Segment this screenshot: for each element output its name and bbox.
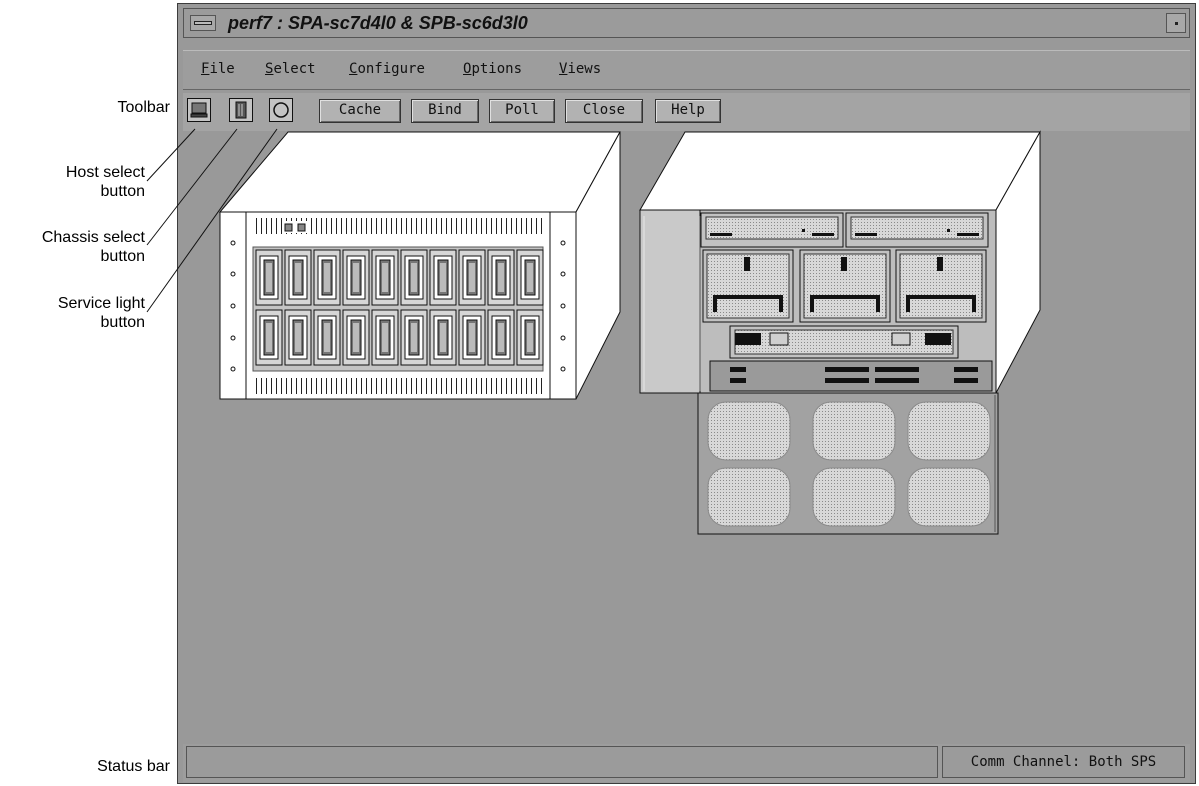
drive-bay[interactable] <box>458 309 486 366</box>
drive-bay[interactable] <box>429 249 457 306</box>
drive-bay[interactable] <box>487 249 515 306</box>
storage-processor-enclosure[interactable] <box>639 130 1041 535</box>
drive-bay[interactable] <box>516 309 544 366</box>
lcc-module <box>729 325 959 359</box>
sp-modules <box>702 249 987 323</box>
fan-grille <box>907 401 991 461</box>
drive-bay[interactable] <box>400 309 428 366</box>
drive-bay[interactable] <box>342 309 370 366</box>
drive-bay[interactable] <box>371 309 399 366</box>
drive-bay[interactable] <box>284 309 312 366</box>
fan-grille <box>812 467 896 527</box>
power-supply-unit <box>845 212 989 248</box>
fan-tray <box>697 392 999 535</box>
drive-bay[interactable] <box>458 249 486 306</box>
drive-bay[interactable] <box>255 249 283 306</box>
power-supply-unit <box>700 212 844 248</box>
drive-bay[interactable] <box>371 249 399 306</box>
sp-module[interactable] <box>702 249 794 323</box>
sp-module[interactable] <box>799 249 891 323</box>
drive-bay[interactable] <box>487 309 515 366</box>
disk-array-chassis[interactable] <box>218 131 621 400</box>
status-led-icon <box>284 223 293 232</box>
connector-panel <box>709 360 993 392</box>
fan-grille <box>707 401 791 461</box>
fan-grille <box>907 467 991 527</box>
drive-bay[interactable] <box>429 309 457 366</box>
drive-bay[interactable] <box>516 249 544 306</box>
bottom-vent-strip <box>252 378 544 394</box>
status-led-icon <box>297 223 306 232</box>
drive-bay[interactable] <box>400 249 428 306</box>
drive-bay[interactable] <box>255 309 283 366</box>
hardware-view <box>146 128 1041 535</box>
fan-grille <box>707 467 791 527</box>
drive-bay[interactable] <box>284 249 312 306</box>
drive-bay[interactable] <box>313 249 341 306</box>
sp-module[interactable] <box>895 249 987 323</box>
fan-grille <box>812 401 896 461</box>
drive-bay[interactable] <box>342 249 370 306</box>
drive-bay[interactable] <box>313 309 341 366</box>
